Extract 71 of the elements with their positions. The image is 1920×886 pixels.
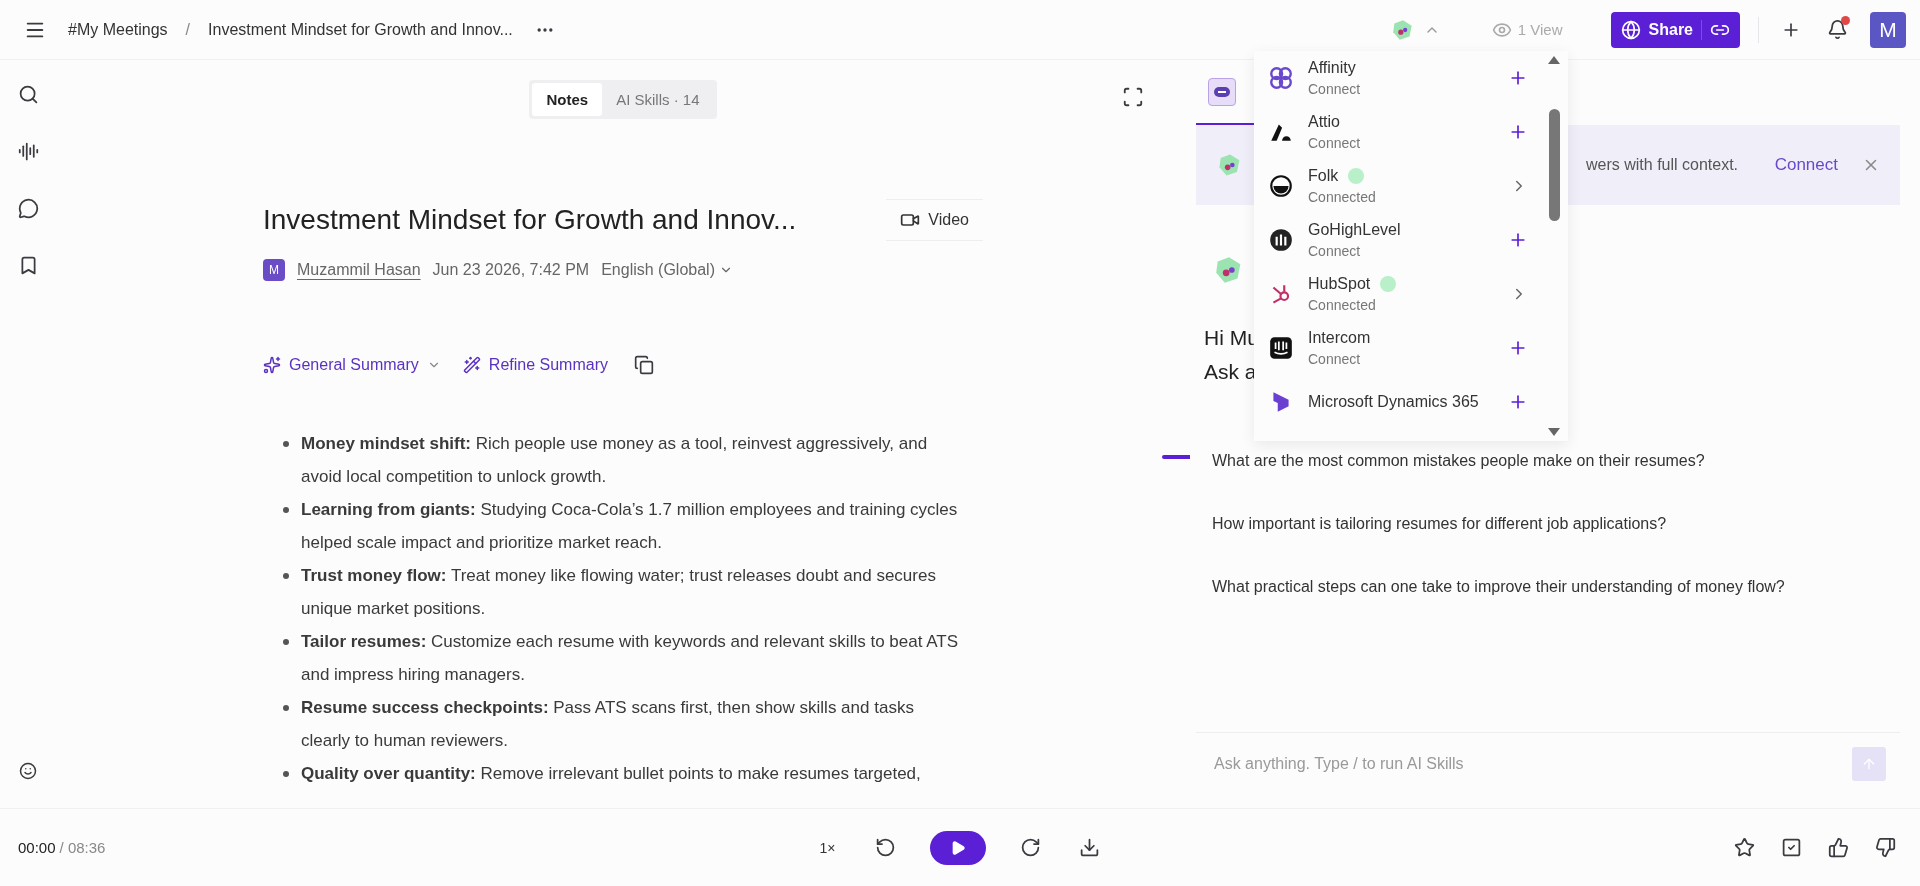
integration-status: Connect <box>1308 81 1362 97</box>
suggested-question[interactable]: What practical steps can one take to improve their understanding of money flow? <box>1196 555 1900 618</box>
integration-status: Connect <box>1308 243 1362 259</box>
view-count: 1 View <box>1517 21 1563 38</box>
bullet-dot <box>283 705 289 711</box>
scroll-up-icon[interactable] <box>1547 55 1561 65</box>
meeting-date: Jun 23 2026, 7:42 PM <box>432 261 590 279</box>
author-avatar: M <box>263 259 285 281</box>
integration-item[interactable]: Affinity Connect <box>1254 51 1540 105</box>
breadcrumb-link[interactable]: #My Meetings <box>68 20 168 39</box>
bullet-dot <box>283 573 289 579</box>
play-button[interactable] <box>930 830 987 865</box>
integration-logo-icon <box>1268 65 1294 91</box>
magic-wand-icon <box>462 356 481 374</box>
suggested-question[interactable]: What are the most common mistakes people make on their resumes? <box>1196 429 1900 492</box>
integration-logo-icon <box>1268 173 1294 199</box>
integration-logo-icon <box>1268 335 1294 361</box>
scrollbar-thumb[interactable] <box>1548 109 1560 221</box>
integration-name: GoHighLevel <box>1308 221 1401 239</box>
integration-status: Connect <box>1308 135 1362 151</box>
suggested-question[interactable]: How important is tailoring resumes for different job applications? <box>1196 492 1900 555</box>
integration-name: HubSpot <box>1308 275 1371 293</box>
integration-item[interactable]: HubSpot Connected <box>1254 267 1540 321</box>
current-time: 00:00 <box>18 838 56 856</box>
robot-icon <box>1213 85 1231 98</box>
total-duration: / 08:36 <box>59 838 106 856</box>
integration-name: Intercom <box>1308 329 1371 347</box>
user-avatar[interactable]: M <box>1870 11 1906 48</box>
author-link[interactable]: Muzammil Hasan <box>297 261 421 279</box>
resize-handle[interactable] <box>1162 455 1190 459</box>
notes-tab[interactable]: Notes <box>532 83 603 116</box>
integration-status: Connected <box>1308 297 1377 313</box>
integration-name: Folk <box>1308 167 1339 185</box>
connect-link[interactable]: Connect <box>1774 155 1838 175</box>
language-dropdown[interactable]: English (Global) <box>601 261 733 279</box>
playback-speed-button[interactable]: 1× <box>813 838 842 857</box>
summary-bullet-text: Money mindset shift: Rich people use money as a tool, reinvest aggressively, and avoid local competition to unlock growth. <box>301 433 929 488</box>
integration-status: Connect <box>1308 351 1362 367</box>
integration-item[interactable]: Intercom Connect <box>1254 321 1540 375</box>
globe-icon <box>1620 19 1641 40</box>
summary-bullet-text: Resume success checkpoints: Pass ATS scans first, then show skills and tasks clearly to human reviewers. <box>301 697 915 752</box>
integration-item[interactable]: Folk Connected <box>1254 159 1540 213</box>
integration-name: Attio <box>1308 113 1340 131</box>
refine-summary-button[interactable]: Refine Summary <box>462 356 608 374</box>
summary-bullet-text: Learning from giants: Studying Coca-Cola’s 1.7 million employees and training cycles helped scale impact and prioritize market reach. <box>301 499 959 554</box>
breadcrumb-separator: / <box>185 20 191 39</box>
integration-item[interactable]: Attio Connect <box>1254 105 1540 159</box>
breadcrumb-title: Investment Mindset for Growth and Innov... <box>208 20 513 39</box>
bullet-dot <box>283 771 289 777</box>
scroll-down-icon[interactable] <box>1547 427 1561 437</box>
play-icon <box>950 839 967 856</box>
video-button[interactable]: Video <box>886 199 983 241</box>
bullet-dot <box>283 507 289 513</box>
sparkles-icon <box>263 356 281 374</box>
integration-name: Affinity <box>1308 59 1356 77</box>
share-button[interactable]: Share <box>1610 11 1740 48</box>
meeting-title: Investment Mindset for Growth and Innov... <box>263 204 797 236</box>
integration-logo-icon <box>1268 227 1294 253</box>
integration-status: Connected <box>1308 189 1377 205</box>
integration-name: Microsoft Dynamics 365 <box>1308 393 1479 411</box>
integration-item[interactable]: GoHighLevel Connect <box>1254 213 1540 267</box>
notes-tab[interactable]: AI Skills · 14 <box>602 83 714 116</box>
integration-item[interactable]: Microsoft Dynamics 365 <box>1254 375 1540 429</box>
bullet-dot <box>283 639 289 645</box>
summary-template-dropdown[interactable]: General Summary <box>263 356 441 374</box>
chat-input[interactable]: Ask anything. Type / to run AI Skills <box>1212 753 1842 774</box>
bullet-dot <box>283 441 289 447</box>
summary-bullet-text: Quality over quantity: Remove irrelevant bullet points to make resumes targeted, <box>301 763 921 785</box>
summary-bullet-text: Trust money flow: Treat money like flowing water; trust releases doubt and secures unique market positions. <box>301 565 937 620</box>
summary-bullet-text: Tailor resumes: Customize each resume with keywords and relevant skills to beat ATS and impress hiring managers. <box>301 631 959 686</box>
banner-text: wers with full context. <box>1586 156 1740 174</box>
